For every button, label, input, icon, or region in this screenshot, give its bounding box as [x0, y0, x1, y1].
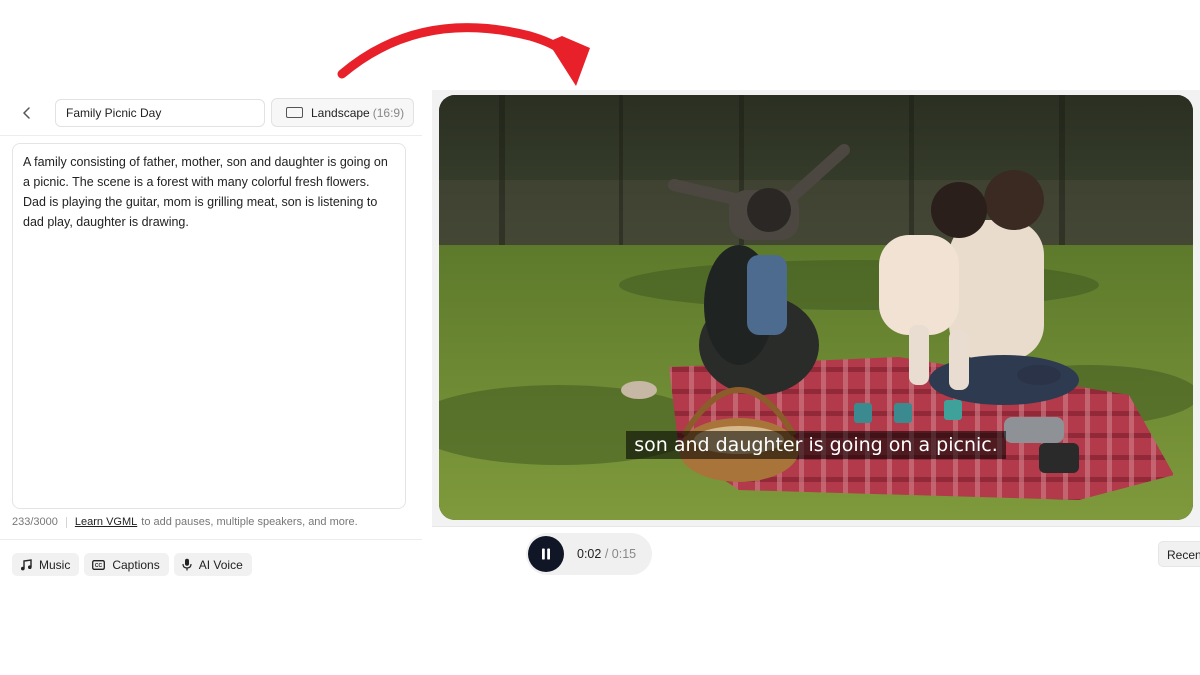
- prompt-textarea[interactable]: A family consisting of father, mother, s…: [12, 143, 406, 509]
- chevron-left-icon: [23, 107, 30, 119]
- pause-icon: [542, 548, 550, 560]
- video-title-input[interactable]: [55, 99, 265, 127]
- music-button[interactable]: Music: [12, 553, 80, 576]
- aspect-ratio-button[interactable]: Landscape (16:9): [271, 98, 414, 127]
- panel-divider: [0, 539, 422, 540]
- svg-text:CC: CC: [95, 563, 103, 569]
- ai-voice-label: AI Voice: [198, 557, 243, 572]
- current-time: 0:02: [577, 547, 602, 561]
- recent-label: Recent: [1167, 548, 1200, 562]
- landscape-icon: [286, 107, 303, 118]
- captions-button[interactable]: CC Captions: [84, 553, 169, 576]
- pause-button[interactable]: [528, 536, 564, 572]
- back-button[interactable]: [14, 99, 40, 127]
- caption-overlay: son and daughter is going on a picnic.: [439, 431, 1193, 459]
- aspect-ratio-value: (16:9): [372, 105, 405, 120]
- ai-voice-button[interactable]: AI Voice: [173, 553, 252, 576]
- music-label: Music: [39, 557, 71, 572]
- recent-button[interactable]: Recent: [1158, 541, 1200, 567]
- editor-topbar: Landscape (16:9): [0, 90, 422, 136]
- meta-divider: [65, 516, 67, 528]
- video-preview[interactable]: son and daughter is going on a picnic.: [439, 95, 1193, 520]
- prompt-text: A family consisting of father, mother, s…: [23, 155, 388, 229]
- music-note-icon: [21, 558, 32, 570]
- editor-panel: Landscape (16:9) A family consisting of …: [0, 90, 422, 576]
- character-count: 233/3000: [12, 516, 58, 528]
- learn-vgml-link[interactable]: Learn VGML: [75, 516, 137, 528]
- total-time: / 0:15: [604, 547, 637, 561]
- microphone-icon: [182, 558, 192, 571]
- playback-time: 0:02 / 0:15: [577, 547, 636, 561]
- caption-text: son and daughter is going on a picnic.: [626, 431, 1006, 459]
- playback-controls: 0:02 / 0:15: [526, 533, 652, 575]
- captions-label: Captions: [112, 557, 160, 572]
- aspect-ratio-label: Landscape: [311, 105, 370, 120]
- captions-icon: CC: [92, 559, 106, 570]
- prompt-meta-row: 233/3000 Learn VGML to add pauses, multi…: [12, 516, 412, 528]
- learn-vgml-description: to add pauses, multiple speakers, and mo…: [141, 516, 358, 528]
- media-options-toolbar: Music CC Captions AI Voice: [12, 553, 252, 576]
- red-arrow-annotation: [337, 23, 590, 86]
